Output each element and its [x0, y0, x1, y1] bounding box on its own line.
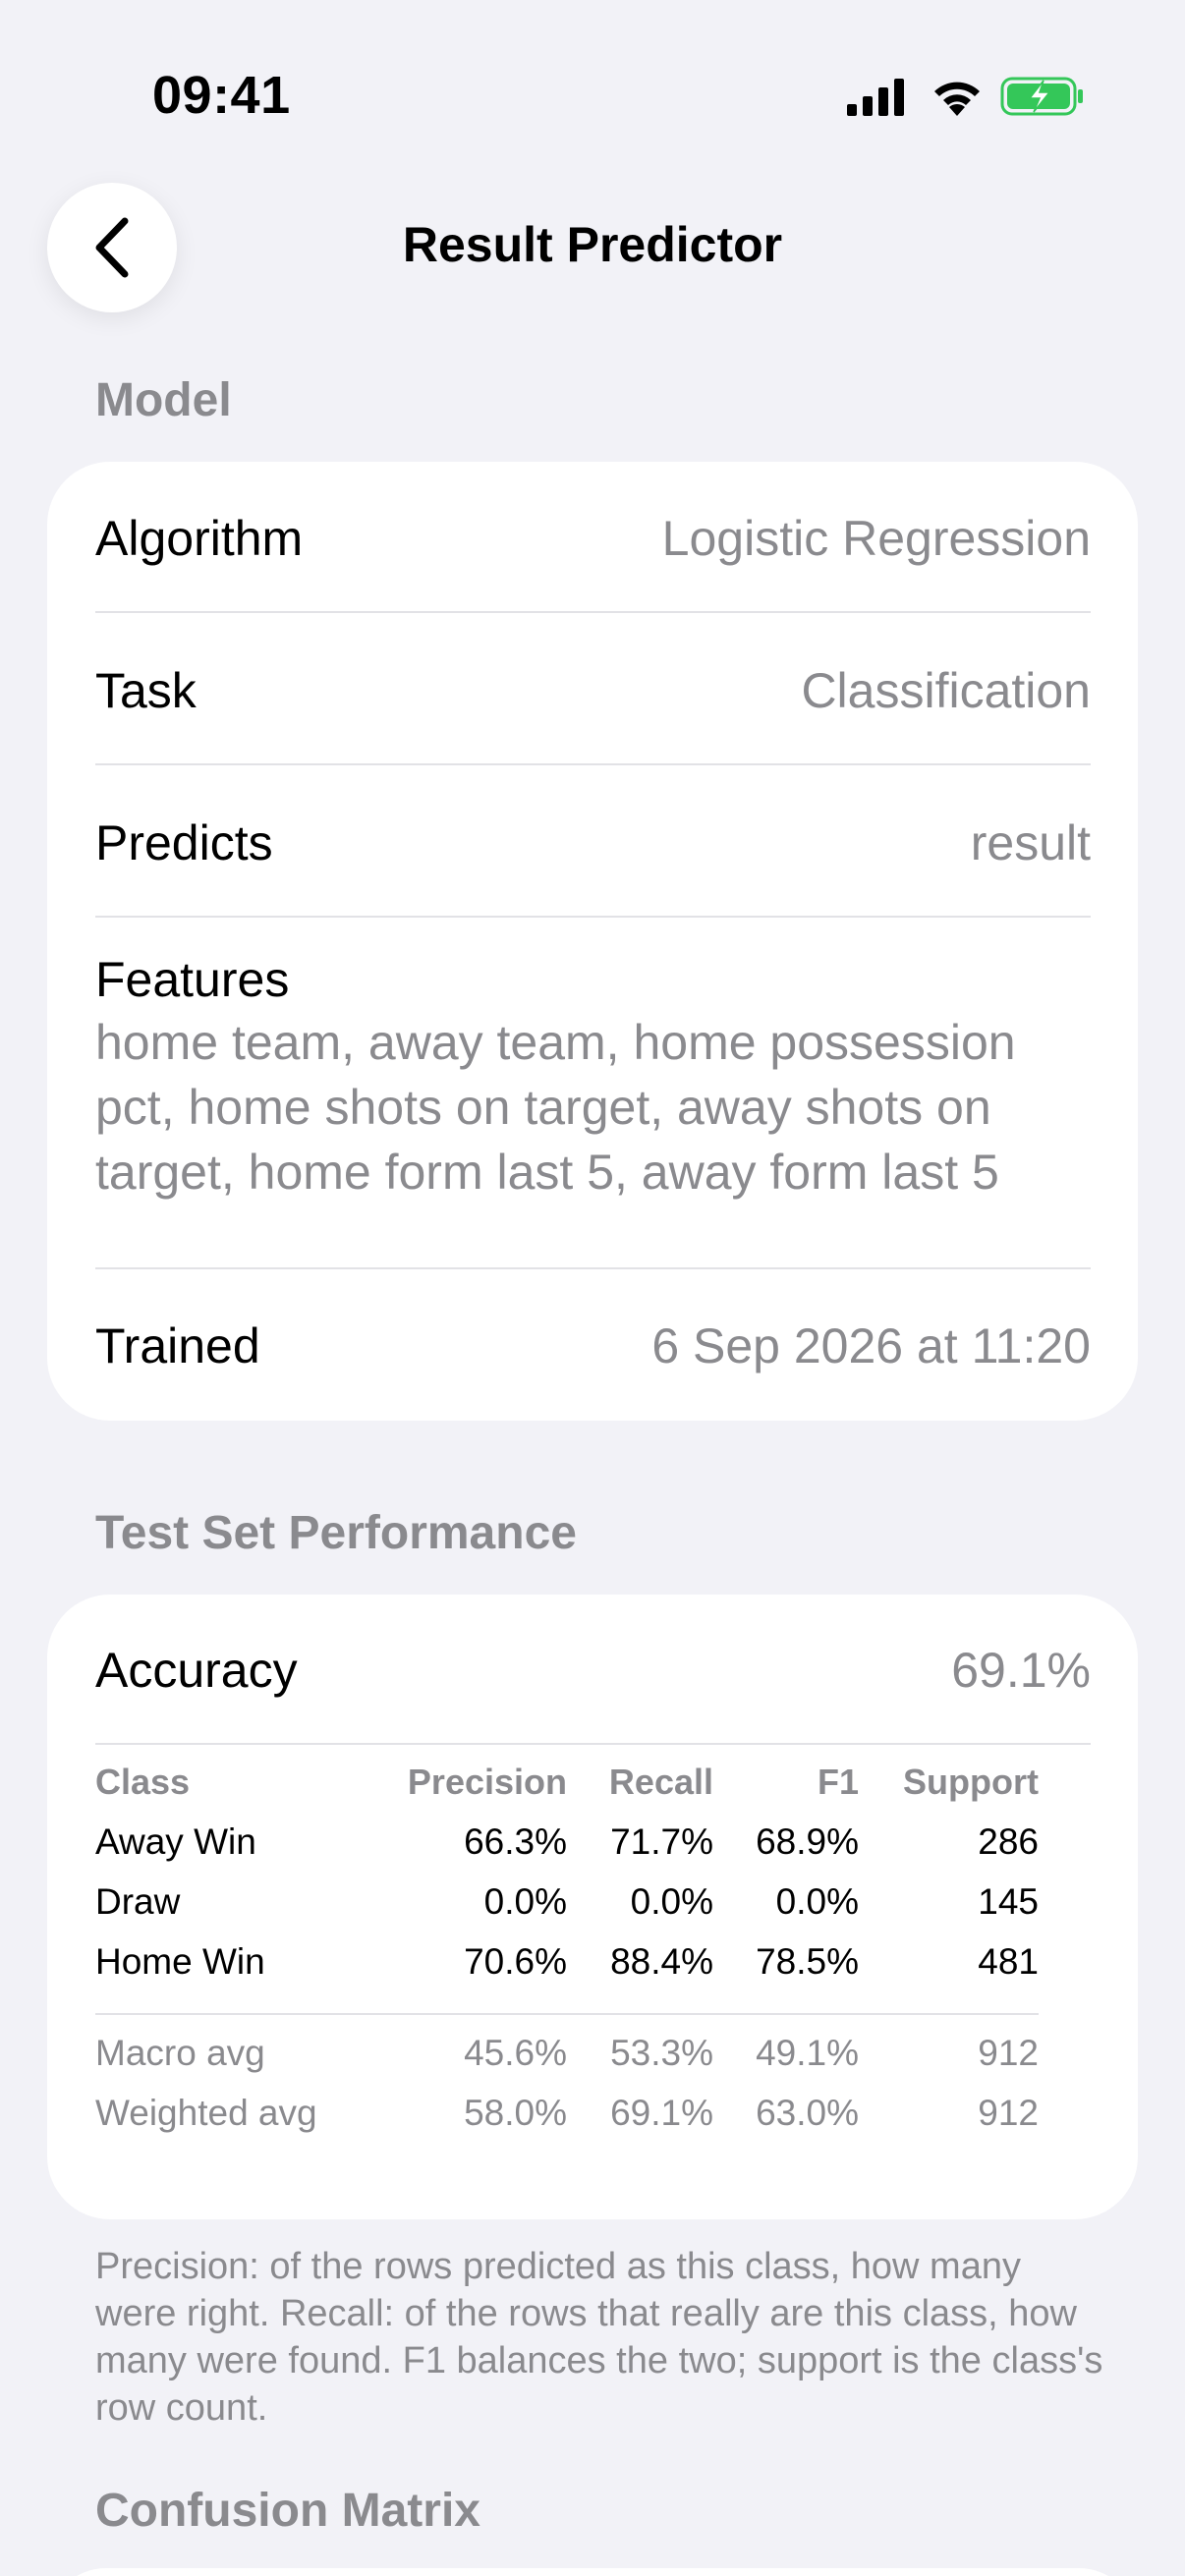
f1-value: 0.0%	[775, 1881, 859, 1922]
model-card: Algorithm Logistic Regression Task Class…	[47, 462, 1138, 1421]
trained-label: Trained	[95, 1318, 260, 1373]
table-divider	[95, 2013, 1039, 2015]
precision-value: 0.0%	[483, 1881, 567, 1922]
predicts-row: Predicts result	[95, 813, 1091, 872]
algorithm-value: Logistic Regression	[661, 511, 1091, 566]
average-name: Macro avg	[95, 2033, 265, 2073]
support-value: 912	[978, 2093, 1039, 2133]
table-row-average: Weighted avg 58.0% 69.1% 63.0% 912	[95, 2093, 1039, 2153]
recall-value: 0.0%	[630, 1881, 713, 1922]
table-row-average: Macro avg 45.6% 53.3% 49.1% 912	[95, 2033, 1039, 2093]
recall-value: 53.3%	[610, 2033, 713, 2073]
accuracy-row: Accuracy 69.1%	[95, 1641, 1091, 1700]
battery-charging-icon	[1000, 77, 1083, 116]
trained-row: Trained 6 Sep 2026 at 11:20	[95, 1316, 1091, 1375]
table-row: Draw 0.0% 0.0% 0.0% 145	[95, 1881, 1039, 1941]
screen: 09:41 Result Predictor Model Algorithm L…	[0, 0, 1185, 2576]
confusion-section-header: Confusion Matrix	[95, 2485, 480, 2537]
divider	[95, 611, 1091, 613]
precision-value: 70.6%	[464, 1941, 567, 1982]
divider	[95, 1743, 1091, 1745]
class-name: Draw	[95, 1881, 181, 1922]
column-header: Recall	[608, 1762, 713, 1802]
f1-value: 63.0%	[756, 2093, 859, 2133]
support-value: 481	[978, 1941, 1039, 1982]
metrics-table: Class Precision Recall F1 Support Away W…	[95, 1762, 1039, 2153]
f1-value: 49.1%	[756, 2033, 859, 2073]
divider	[95, 1267, 1091, 1269]
task-value: Classification	[801, 663, 1091, 718]
performance-section-header: Test Set Performance	[95, 1507, 577, 1559]
model-section-header: Model	[95, 374, 232, 426]
trained-value: 6 Sep 2026 at 11:20	[651, 1318, 1091, 1373]
algorithm-row: Algorithm Logistic Regression	[95, 509, 1091, 568]
accuracy-label: Accuracy	[95, 1643, 298, 1698]
support-value: 912	[978, 2033, 1039, 2073]
divider	[95, 916, 1091, 918]
task-label: Task	[95, 663, 197, 718]
recall-value: 71.7%	[610, 1821, 713, 1862]
algorithm-label: Algorithm	[95, 511, 304, 566]
column-header: Support	[903, 1762, 1039, 1802]
task-row: Task Classification	[95, 661, 1091, 720]
wifi-icon	[934, 82, 980, 116]
accuracy-value: 69.1%	[951, 1643, 1091, 1698]
confusion-card	[47, 2568, 1138, 2576]
features-label: Features	[95, 952, 290, 1007]
support-value: 145	[978, 1881, 1039, 1922]
average-name: Weighted avg	[95, 2093, 317, 2133]
metrics-footnote: Precision: of the rows predicted as this…	[95, 2246, 1103, 2429]
features-value: home team, away team, home possession pc…	[95, 1015, 1016, 1200]
performance-card: Accuracy 69.1% Class Precision Recall F1…	[47, 1595, 1138, 2219]
f1-value: 68.9%	[756, 1821, 859, 1862]
predicts-label: Predicts	[95, 815, 273, 870]
status-time: 09:41	[152, 66, 291, 125]
page-title: Result Predictor	[402, 217, 783, 272]
divider	[95, 763, 1091, 765]
recall-value: 88.4%	[610, 1941, 713, 1982]
class-name: Home Win	[95, 1941, 265, 1982]
predicts-value: result	[970, 815, 1091, 870]
column-header: Precision	[407, 1762, 567, 1802]
table-header: Class Precision Recall F1 Support	[95, 1762, 1039, 1821]
f1-value: 78.5%	[756, 1941, 859, 1982]
column-header: Class	[95, 1762, 191, 1802]
recall-value: 69.1%	[610, 2093, 713, 2133]
precision-value: 58.0%	[464, 2093, 567, 2133]
table-row: Away Win 66.3% 71.7% 68.9% 286	[95, 1821, 1039, 1881]
support-value: 286	[978, 1821, 1039, 1862]
column-header: F1	[817, 1762, 859, 1802]
precision-value: 66.3%	[464, 1821, 567, 1862]
cellular-signal-icon	[847, 79, 904, 116]
table-row: Home Win 70.6% 88.4% 78.5% 481	[95, 1941, 1039, 2001]
precision-value: 45.6%	[464, 2033, 567, 2073]
class-name: Away Win	[95, 1821, 256, 1862]
